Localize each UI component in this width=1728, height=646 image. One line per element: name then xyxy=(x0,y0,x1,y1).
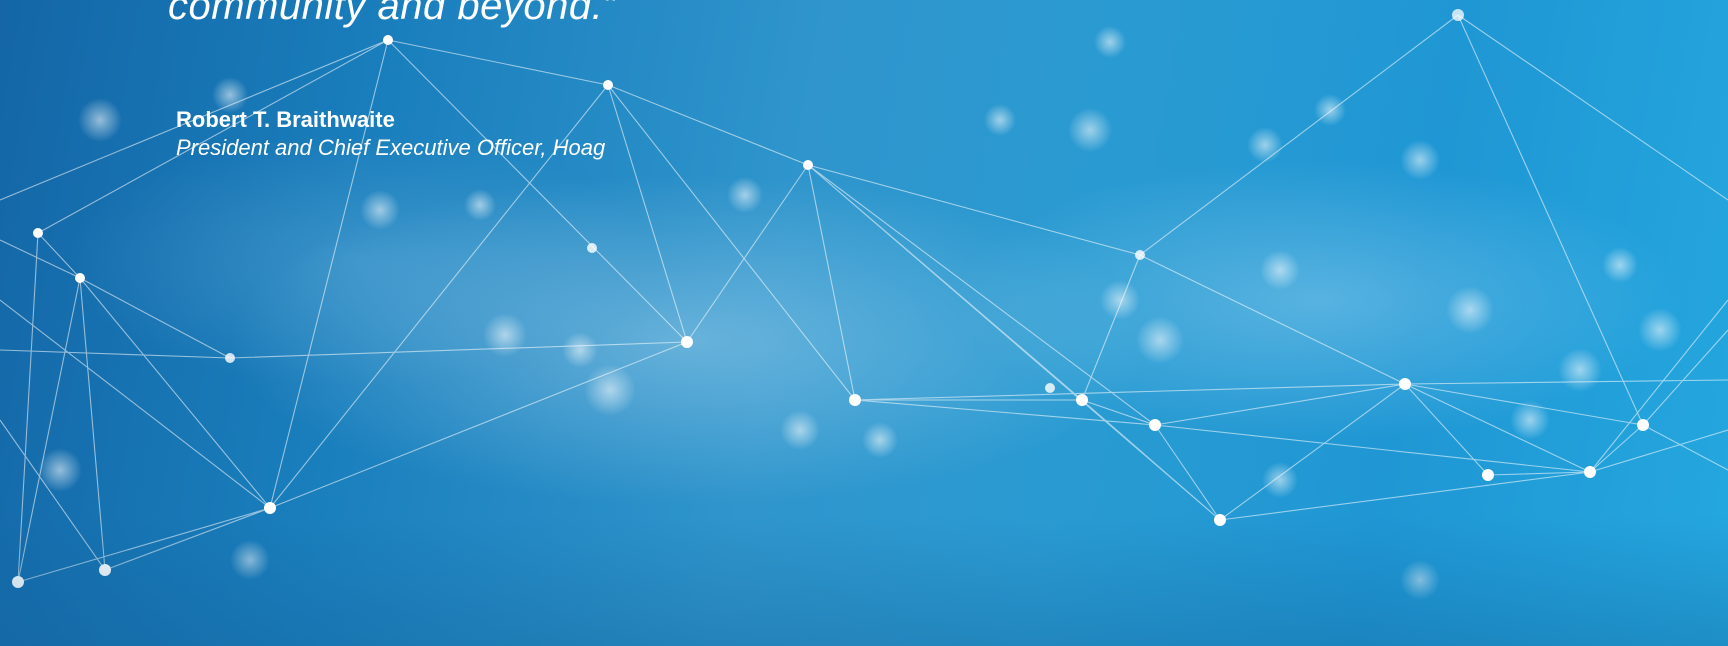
quote-panel: community and beyond.” Robert T. Braithw… xyxy=(0,0,1728,646)
quote-closing-line: community and beyond.” xyxy=(168,0,618,28)
author-name: Robert T. Braithwaite xyxy=(176,107,395,132)
network-mesh-icon xyxy=(0,9,1728,600)
quote-attribution: Robert T. Braithwaite President and Chie… xyxy=(176,106,605,162)
author-title: President and Chief Executive Officer, H… xyxy=(176,135,606,160)
